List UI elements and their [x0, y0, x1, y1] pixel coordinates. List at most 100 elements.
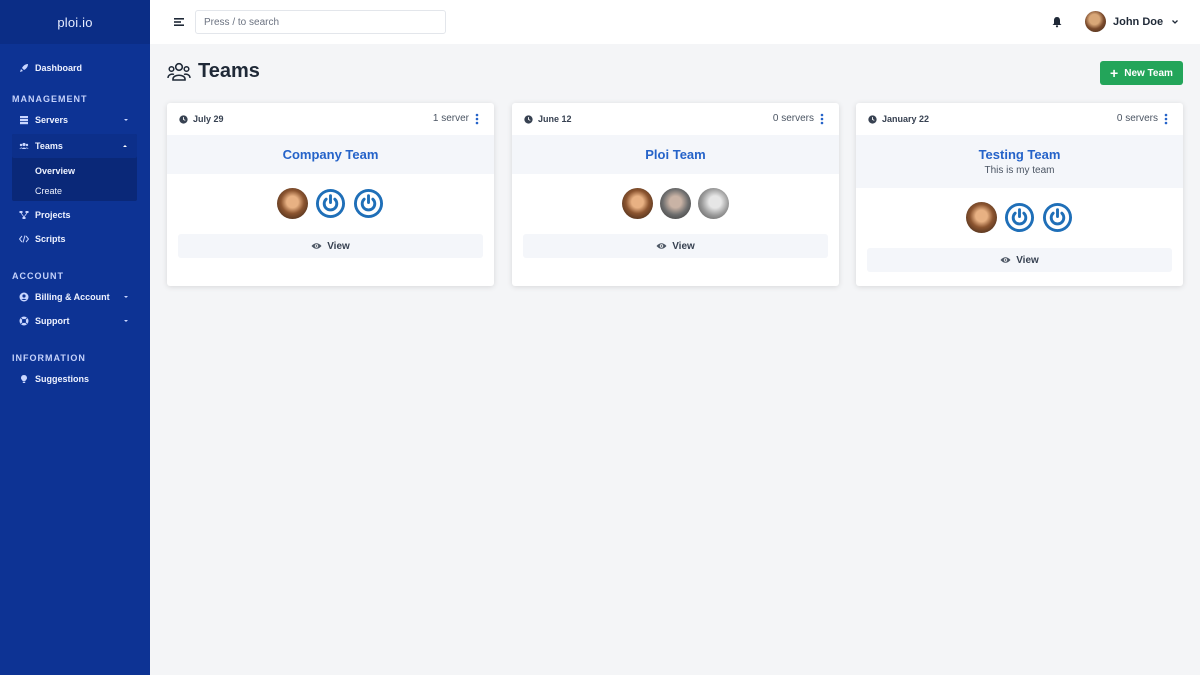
sidebar-item-label: Teams — [35, 141, 63, 151]
card-title-area: Ploi Team — [512, 135, 839, 174]
card-header: January 22 0 servers — [856, 103, 1183, 135]
page-title: Teams — [198, 60, 260, 82]
topbar: John Doe — [150, 0, 1200, 44]
sidebar-item-dashboard[interactable]: Dashboard — [0, 56, 150, 80]
member-list — [167, 188, 494, 219]
sidebar-item-teams[interactable]: Teams — [12, 134, 137, 158]
user-menu[interactable]: John Doe — [1085, 11, 1179, 32]
sidebar-item-label: Servers — [35, 115, 69, 125]
user-name: John Doe — [1113, 15, 1164, 28]
sidebar-item-support[interactable]: Support — [0, 309, 150, 333]
sidebar-item-label: Support — [35, 316, 70, 326]
bell-icon[interactable] — [1051, 16, 1063, 28]
team-card: January 22 0 servers Testing Team This i… — [856, 103, 1183, 286]
clock-icon — [179, 114, 188, 124]
team-name[interactable]: Company Team — [167, 147, 494, 162]
lifebuoy-icon — [19, 316, 29, 326]
sidebar-item-projects[interactable]: Projects — [0, 203, 150, 227]
view-button[interactable]: View — [178, 234, 483, 258]
kebab-icon[interactable] — [1163, 113, 1169, 125]
code-icon — [19, 234, 29, 244]
sidebar-item-label: Scripts — [35, 234, 66, 244]
member-avatar — [353, 188, 384, 219]
card-header: June 12 0 servers — [512, 103, 839, 135]
power-icon — [353, 188, 384, 219]
eye-icon — [311, 243, 322, 249]
team-name[interactable]: Ploi Team — [512, 147, 839, 162]
chevron-up-icon — [123, 145, 127, 147]
member-avatar — [660, 188, 691, 219]
view-button[interactable]: View — [867, 248, 1172, 272]
team-name[interactable]: Testing Team — [856, 147, 1183, 162]
user-circle-icon — [19, 292, 29, 302]
team-description: This is my team — [984, 165, 1055, 176]
sidebar-item-servers[interactable]: Servers — [0, 108, 150, 132]
card-date-text: January 22 — [882, 114, 930, 124]
eye-icon — [1000, 257, 1011, 263]
member-avatar — [698, 188, 729, 219]
sidebar-item-suggestions[interactable]: Suggestions — [0, 367, 150, 391]
member-list — [856, 202, 1183, 233]
view-label: View — [672, 240, 695, 252]
card-title-area: Testing Team This is my team — [856, 135, 1183, 188]
server-count: 0 servers — [1116, 113, 1158, 124]
sidebar-item-billing[interactable]: Billing & Account — [0, 285, 150, 309]
lightbulb-icon — [19, 374, 29, 384]
sidebar-nav: Dashboard MANAGEMENT Servers Teams Overv… — [0, 44, 150, 391]
team-card: July 29 1 server Company Team View — [167, 103, 494, 286]
new-team-label: New Team — [1124, 67, 1173, 79]
section-heading-information: INFORMATION — [12, 353, 86, 363]
chevron-down-icon — [124, 320, 128, 322]
power-icon — [1042, 202, 1073, 233]
member-avatar — [277, 188, 308, 219]
member-avatar — [966, 202, 997, 233]
member-avatar — [1042, 202, 1073, 233]
chevron-down-icon — [124, 296, 128, 298]
card-header: July 29 1 server — [167, 103, 494, 135]
view-label: View — [1016, 254, 1039, 266]
section-heading-account: ACCOUNT — [12, 271, 64, 281]
card-date: June 12 — [524, 114, 572, 124]
sidebar-item-scripts[interactable]: Scripts — [0, 227, 150, 251]
chevron-down-icon — [1172, 19, 1179, 24]
sidebar-item-label: Dashboard — [35, 63, 83, 73]
clock-icon — [868, 114, 877, 124]
users-icon — [19, 141, 29, 151]
member-avatar — [1004, 202, 1035, 233]
clock-icon — [524, 114, 533, 124]
power-icon — [1004, 202, 1035, 233]
sidebar-item-label: Billing & Account — [35, 292, 110, 302]
member-avatar — [622, 188, 653, 219]
sidebar: ploi.io Dashboard MANAGEMENT Servers Tea… — [0, 0, 150, 675]
sidebar-item-label: Suggestions — [35, 374, 90, 384]
server-icon — [19, 115, 29, 125]
member-list — [512, 188, 839, 219]
server-count: 0 servers — [772, 113, 814, 124]
rocket-icon — [19, 63, 29, 73]
eye-icon — [656, 243, 667, 249]
teams-group: Teams Overview Create — [12, 134, 137, 201]
new-team-button[interactable]: + New Team — [1100, 61, 1183, 85]
chevron-down-icon — [124, 119, 128, 121]
view-button[interactable]: View — [523, 234, 828, 258]
sidebar-item-label: Projects — [35, 210, 71, 220]
card-date: January 22 — [868, 114, 929, 124]
brand-logo[interactable]: ploi.io — [0, 0, 150, 44]
sidebar-subitem-create[interactable]: Create — [12, 181, 137, 201]
view-label: View — [327, 240, 350, 252]
plus-icon: + — [1110, 65, 1119, 81]
search-input[interactable] — [195, 10, 446, 34]
kebab-icon[interactable] — [819, 113, 825, 125]
sidebar-subitem-overview[interactable]: Overview — [12, 161, 137, 181]
server-count: 1 server — [432, 113, 469, 124]
sitemap-icon — [19, 210, 29, 220]
card-title-area: Company Team — [167, 135, 494, 174]
menu-icon[interactable] — [173, 16, 185, 28]
page-header: Teams — [167, 60, 260, 83]
team-card: June 12 0 servers Ploi Team View — [512, 103, 839, 286]
card-date: July 29 — [179, 114, 224, 124]
power-icon — [315, 188, 346, 219]
kebab-icon[interactable] — [474, 113, 480, 125]
card-date-text: July 29 — [193, 114, 224, 124]
avatar — [1085, 11, 1106, 32]
